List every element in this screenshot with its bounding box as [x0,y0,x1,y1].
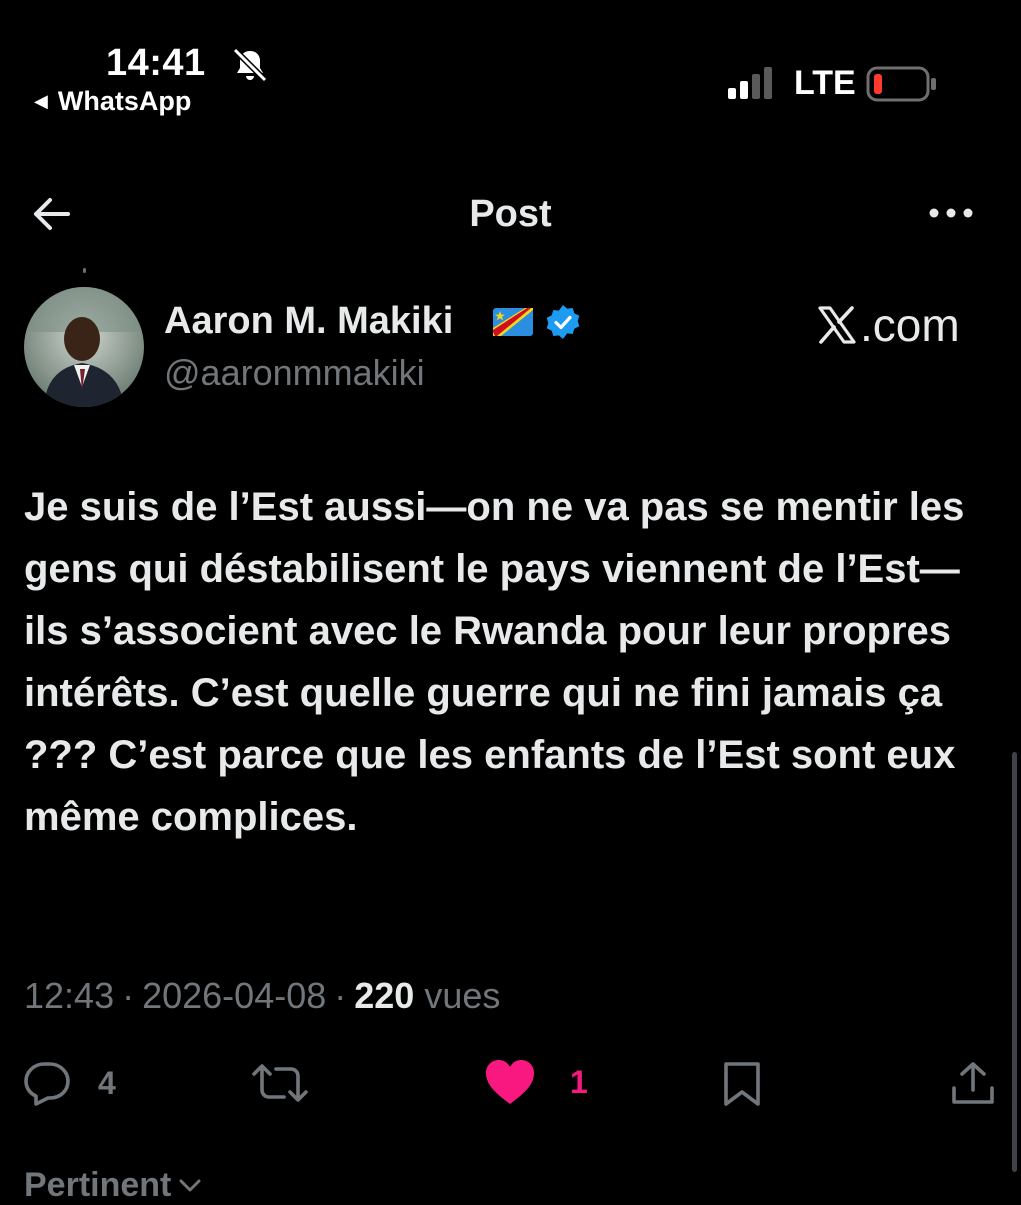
bookmark-button[interactable] [720,1060,764,1108]
bookmark-icon [724,1062,760,1106]
tweet-meta: 12:43 · 2026-04-08 · 220 vues [24,975,500,1017]
like-count: 1 [570,1063,588,1100]
avatar[interactable] [24,287,144,407]
share-button[interactable] [950,1060,996,1108]
reply-count: 4 [98,1064,116,1101]
tweet-text: Je suis de l’Est aussi—on ne va pas se m… [24,485,965,839]
battery-icon [866,66,936,102]
chevron-down-icon [179,1179,201,1191]
verified-icon [546,305,580,339]
view-count: 220 [354,975,415,1016]
heart-icon [486,1060,534,1104]
back-app-label: WhatsApp [57,86,192,116]
back-to-app-link[interactable]: ◀ WhatsApp [34,86,191,117]
x-logo-icon [818,306,856,344]
scrollbar[interactable] [1012,752,1017,1172]
share-icon [952,1062,994,1104]
source-label: .com [816,298,960,352]
sort-label: Pertinent [24,1166,172,1204]
repost-button[interactable] [250,1060,310,1106]
signal-icon [728,67,772,99]
separator: · [334,975,347,1016]
status-time: 14:41 [106,42,206,84]
reply-icon [24,1062,70,1106]
divider-dot [83,268,86,273]
reply-button[interactable]: 4 [22,1060,116,1106]
separator: · [122,975,135,1016]
author-handle[interactable]: @aaronmmakiki [164,352,425,394]
replies-sort-dropdown[interactable]: Pertinent [24,1166,201,1205]
more-icon[interactable] [926,198,976,228]
flag-icon [493,308,533,336]
repost-icon [252,1064,308,1102]
post-time: 12:43 [24,975,115,1016]
page-title: Post [469,193,552,235]
source-domain: .com [860,299,960,351]
back-triangle-icon: ◀ [34,91,48,111]
bell-slash-icon [232,47,268,83]
author-name[interactable]: Aaron M. Makiki [164,300,453,343]
post-date: 2026-04-08 [142,975,327,1016]
views-label: vues [424,975,501,1016]
network-type: LTE [794,64,856,102]
like-button[interactable]: 1 [484,1058,588,1106]
